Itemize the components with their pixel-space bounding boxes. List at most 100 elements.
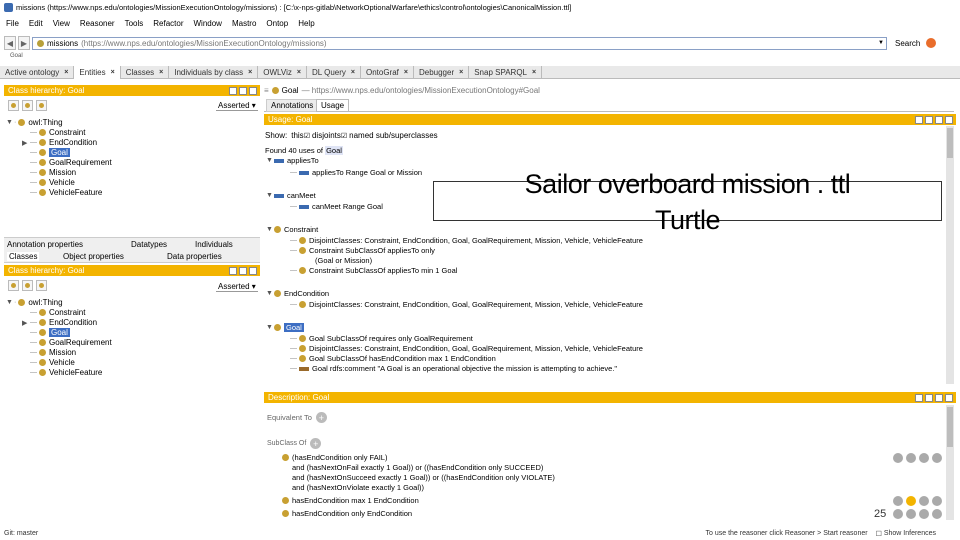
- tree-root[interactable]: ▼ · owl:Thing: [6, 298, 63, 307]
- hierarchy-mode-select[interactable]: Asserted ▾: [216, 101, 258, 111]
- tree-item[interactable]: — GoalRequirement: [22, 158, 112, 167]
- pin-icon[interactable]: [915, 393, 923, 402]
- tab-individuals-by-class[interactable]: Individuals by class ×: [169, 65, 259, 79]
- help-icon[interactable]: [893, 453, 903, 463]
- tab-snap-sparql[interactable]: Snap SPARQL ×: [469, 65, 543, 79]
- tree-item[interactable]: ▶ — EndCondition: [22, 318, 97, 327]
- usage-axiom[interactable]: — Goal SubClassOf requires only GoalRequi…: [290, 334, 473, 343]
- menu-refactor[interactable]: Refactor: [153, 19, 183, 28]
- expand-icon[interactable]: ▶: [22, 139, 30, 147]
- add-subclass-icon[interactable]: [8, 100, 19, 111]
- tree-root[interactable]: ▼ · owl:Thing: [6, 118, 63, 127]
- hierarchy-mode-select-2[interactable]: Asserted ▾: [216, 282, 258, 292]
- menu-window[interactable]: Window: [194, 19, 222, 28]
- tree-item[interactable]: — VehicleFeature: [22, 188, 102, 197]
- expand-icon[interactable]: ▼: [266, 290, 274, 297]
- close-icon[interactable]: [945, 393, 953, 402]
- tab-object-properties[interactable]: Object properties: [63, 252, 124, 261]
- close-icon[interactable]: ×: [248, 69, 252, 76]
- close-icon[interactable]: [249, 266, 257, 275]
- menu-reasoner[interactable]: Reasoner: [80, 19, 115, 28]
- maximize-icon[interactable]: [239, 86, 247, 95]
- expand-icon[interactable]: ▼: [266, 157, 274, 164]
- scrollbar-thumb[interactable]: [947, 407, 953, 447]
- restore-icon[interactable]: [925, 393, 933, 402]
- tab-dl-query[interactable]: DL Query ×: [307, 65, 361, 79]
- close-icon[interactable]: [249, 86, 257, 95]
- expand-icon[interactable]: ▼: [6, 119, 14, 126]
- annotate-icon[interactable]: [906, 453, 916, 463]
- add-icon[interactable]: +: [315, 412, 327, 423]
- delete-icon[interactable]: [919, 453, 929, 463]
- usage-section[interactable]: ▼ appliesTo: [266, 156, 319, 165]
- tree-item-selected[interactable]: — Goal: [22, 328, 70, 337]
- add-icon[interactable]: +: [310, 438, 322, 449]
- delete-class-icon[interactable]: [36, 280, 47, 291]
- usage-axiom[interactable]: — DisjointClasses: Constraint, EndConditi…: [290, 300, 643, 309]
- back-button[interactable]: ◀: [4, 36, 16, 50]
- help-icon[interactable]: [893, 509, 903, 519]
- menu-mastro[interactable]: Mastro: [232, 19, 256, 28]
- chevron-down-icon[interactable]: ▼: [878, 40, 886, 46]
- close-icon[interactable]: ×: [459, 69, 463, 76]
- menu-help[interactable]: Help: [298, 19, 314, 28]
- pin-icon[interactable]: [229, 86, 237, 95]
- tab-annotations[interactable]: Annotations: [266, 99, 319, 112]
- usage-axiom[interactable]: — Goal SubClassOf hasEndCondition max 1 E…: [290, 354, 496, 363]
- search-button[interactable]: Search: [895, 38, 937, 48]
- close-icon[interactable]: ×: [404, 69, 408, 76]
- delete-class-icon[interactable]: [36, 100, 47, 111]
- usage-section[interactable]: ▼ EndCondition: [266, 289, 329, 298]
- forward-button[interactable]: ▶: [18, 36, 30, 50]
- help-icon[interactable]: [893, 496, 903, 506]
- maximize-icon[interactable]: [239, 266, 247, 275]
- restore-icon[interactable]: [925, 115, 933, 124]
- pin-icon[interactable]: [915, 115, 923, 124]
- tree-item[interactable]: — Constraint: [22, 308, 85, 317]
- delete-icon[interactable]: [919, 509, 929, 519]
- expand-icon[interactable]: ▼: [6, 299, 14, 306]
- usage-axiom[interactable]: — Constraint SubClassOf appliesTo only: [290, 246, 435, 255]
- usage-axiom[interactable]: — Goal rdfs:comment "A Goal is an operati…: [290, 364, 617, 373]
- annotate-icon[interactable]: [906, 509, 916, 519]
- tree-item-selected[interactable]: — Goal: [22, 148, 70, 157]
- usage-axiom[interactable]: — DisjointClasses: Constraint, EndConditi…: [290, 344, 643, 353]
- menu-ontop[interactable]: Ontop: [266, 19, 288, 28]
- close-icon[interactable]: ×: [159, 69, 163, 76]
- tab-classes[interactable]: Classes ×: [121, 65, 170, 79]
- tree-item[interactable]: — Mission: [22, 348, 76, 357]
- usage-section[interactable]: ▼ Goal: [266, 323, 304, 332]
- tab-data-properties[interactable]: Data properties: [167, 252, 222, 261]
- breadcrumb[interactable]: Goal: [10, 53, 23, 59]
- menu-view[interactable]: View: [53, 19, 70, 28]
- tab-datatypes[interactable]: Datatypes: [131, 240, 167, 249]
- usage-axiom[interactable]: — appliesTo Range Goal or Mission: [290, 168, 422, 177]
- usage-section[interactable]: ▼ canMeet: [266, 191, 316, 200]
- tab-entities[interactable]: Entities ×: [74, 65, 121, 79]
- tab-active-ontology[interactable]: Active ontology ×: [0, 65, 75, 79]
- checkbox-this[interactable]: ☑: [304, 132, 310, 140]
- maximize-icon[interactable]: [935, 393, 943, 402]
- subclass-axiom[interactable]: hasEndCondition max 1 EndCondition: [282, 496, 419, 505]
- menu-tools[interactable]: Tools: [125, 19, 144, 28]
- usage-axiom[interactable]: — canMeet Range Goal: [290, 202, 383, 211]
- add-subclass-icon[interactable]: [8, 280, 19, 291]
- delete-icon[interactable]: [919, 496, 929, 506]
- tab-owlviz[interactable]: OWLViz ×: [258, 65, 307, 79]
- checkbox-show-inferences[interactable]: ☐: [876, 530, 882, 538]
- tree-item[interactable]: ▶ — EndCondition: [22, 138, 97, 147]
- close-icon[interactable]: ×: [297, 69, 301, 76]
- expand-icon[interactable]: ▶: [22, 319, 30, 327]
- tab-annotation-properties[interactable]: Annotation properties: [7, 240, 83, 249]
- add-sibling-icon[interactable]: [22, 100, 33, 111]
- tree-item[interactable]: — Vehicle: [22, 178, 75, 187]
- checkbox-disjoints[interactable]: ☑: [341, 132, 347, 140]
- tree-item[interactable]: — Mission: [22, 168, 76, 177]
- subclass-axiom[interactable]: hasEndCondition only EndCondition: [282, 509, 412, 518]
- tree-item[interactable]: — Vehicle: [22, 358, 75, 367]
- close-icon[interactable]: ×: [532, 69, 536, 76]
- close-icon[interactable]: ×: [351, 69, 355, 76]
- menu-file[interactable]: File: [6, 19, 19, 28]
- tab-classes-list[interactable]: Classes: [7, 252, 40, 261]
- tree-item[interactable]: — Constraint: [22, 128, 85, 137]
